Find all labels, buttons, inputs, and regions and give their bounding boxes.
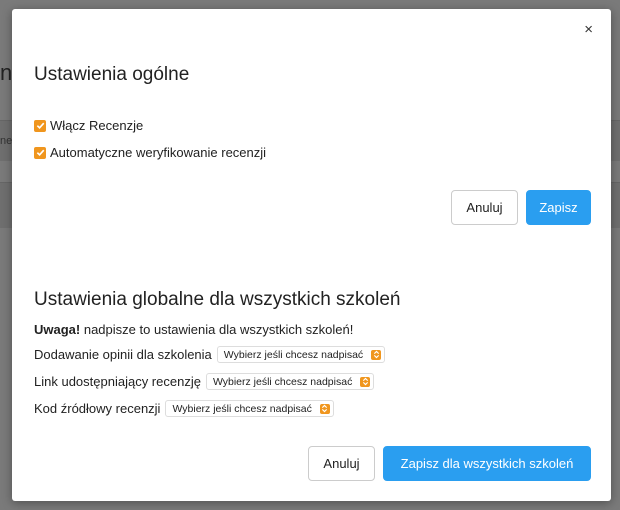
override-select[interactable]: Wybierz jeśli chcesz nadpisać	[165, 400, 334, 417]
select-arrows-icon	[360, 376, 371, 387]
warning-message: nadpisze to ustawienia dla wszystkich sz…	[80, 322, 354, 337]
override-select[interactable]: Wybierz jeśli chcesz nadpisać	[216, 346, 386, 363]
select-value: Wybierz jeśli chcesz nadpisać	[212, 375, 353, 388]
enable-reviews-checkbox-row[interactable]: Włącz Recenzje	[34, 118, 143, 133]
cancel-global-button[interactable]: Anuluj	[308, 446, 375, 481]
select-value: Wybierz jeśli chcesz nadpisać	[223, 348, 364, 361]
setting-row-source-code: Kod źródłowy recenzji Wybierz jeśli chce…	[34, 400, 334, 417]
checkbox-label: Włącz Recenzje	[50, 118, 144, 133]
save-all-trainings-button[interactable]: Zapisz dla wszystkich szkoleń	[383, 446, 591, 481]
cancel-button[interactable]: Anuluj	[451, 190, 518, 225]
auto-verify-checkbox-row[interactable]: Automatyczne weryfikowanie recenzji	[34, 145, 266, 160]
warning-bold: Uwaga!	[34, 322, 81, 337]
warning-text: Uwaga! nadpisze to ustawienia dla wszyst…	[34, 322, 353, 337]
setting-label: Dodawanie opinii dla szkolenia	[34, 347, 212, 362]
setting-label: Link udostępniający recenzję	[34, 374, 201, 389]
override-select[interactable]: Wybierz jeśli chcesz nadpisać	[205, 373, 375, 390]
select-value: Wybierz jeśli chcesz nadpisać	[172, 402, 312, 415]
checkbox-label: Automatyczne weryfikowanie recenzji	[50, 145, 267, 160]
checkbox-checked-icon[interactable]	[34, 119, 46, 132]
settings-modal: × Ustawienia ogólne Włącz Recenzje Autom…	[12, 9, 611, 501]
select-arrows-icon	[319, 403, 330, 414]
general-settings-title: Ustawienia ogólne	[34, 64, 190, 85]
close-icon[interactable]: ×	[584, 21, 593, 39]
setting-row-share-link: Link udostępniający recenzję Wybierz jeś…	[34, 373, 375, 390]
save-button[interactable]: Zapisz	[526, 190, 591, 225]
setting-row-add-opinion: Dodawanie opinii dla szkolenia Wybierz j…	[34, 346, 386, 363]
global-settings-title: Ustawienia globalne dla wszystkich szkol…	[34, 289, 401, 310]
setting-label: Kod źródłowy recenzji	[34, 401, 161, 416]
select-arrows-icon	[371, 349, 382, 360]
checkbox-checked-icon[interactable]	[34, 146, 46, 159]
